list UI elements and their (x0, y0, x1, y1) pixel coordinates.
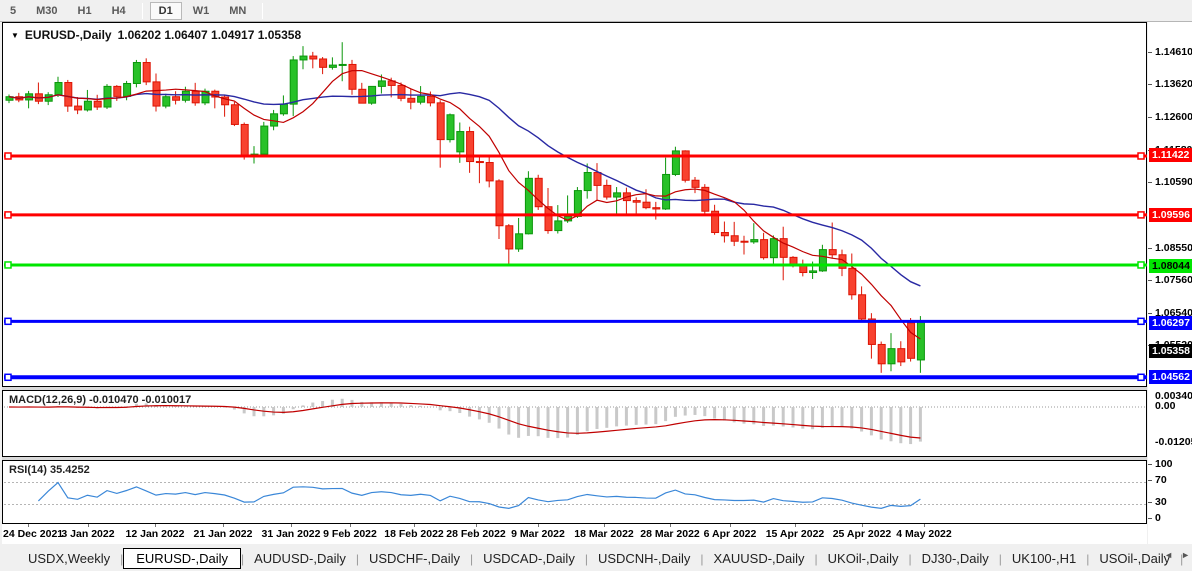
time-tick-mark (795, 524, 796, 527)
price-axis-label: 1.08550 (1155, 242, 1192, 254)
date-axis-label: 15 Apr 2022 (766, 528, 825, 540)
price-axis[interactable]: 1.146101.136201.126001.115801.105901.085… (1148, 22, 1192, 544)
price-line-chip: 1.08044 (1149, 259, 1192, 273)
date-axis-label: 28 Feb 2022 (446, 528, 506, 540)
toolbar-separator (262, 3, 263, 19)
rsi-label: RSI(14) 35.4252 (9, 464, 90, 476)
axis-tick-mark (1148, 117, 1152, 118)
macd-label: MACD(12,26,9) -0.010470 -0.010017 (9, 394, 191, 406)
tab-dj30-daily[interactable]: DJ30-,Daily (912, 549, 999, 568)
chart-symbol-label: EURUSD-,Daily (25, 28, 112, 42)
price-axis-label: 1.13620 (1155, 78, 1192, 90)
macd-panel[interactable]: MACD(12,26,9) -0.010470 -0.010017 (2, 390, 1147, 457)
trading-app: { "toolbar": { "timeframes": [ {"label":… (0, 0, 1192, 571)
tab-scroll-arrows: ◄ ► (1164, 550, 1190, 560)
macd-axis-label: -0.012058 (1155, 436, 1192, 448)
tab-usdx-weekly[interactable]: USDX,Weekly (18, 549, 120, 568)
time-tick-mark (862, 524, 863, 527)
timeframe-toolbar: 5M30H1H4 D1W1MN (0, 0, 1192, 22)
time-tick-mark (924, 524, 925, 527)
timeframe-button-mn[interactable]: MN (220, 2, 255, 20)
axis-tick-mark (1148, 182, 1152, 183)
time-tick-mark (538, 524, 539, 527)
date-axis-label: 9 Feb 2022 (323, 528, 377, 540)
time-tick-mark (414, 524, 415, 527)
date-axis-label: 21 Jan 2022 (194, 528, 253, 540)
price-line-chip: 1.11422 (1149, 148, 1192, 162)
candlestick-chart[interactable] (4, 24, 1147, 387)
tab-usdcad-daily[interactable]: USDCAD-,Daily (473, 549, 585, 568)
date-axis-label: 9 Mar 2022 (511, 528, 565, 540)
time-tick-mark (670, 524, 671, 527)
tab-scroll-right-icon[interactable]: ► (1181, 550, 1190, 560)
axis-tick-mark (1148, 313, 1152, 314)
price-line-chip: 1.06297 (1149, 316, 1192, 330)
axis-tick-mark (1148, 518, 1152, 519)
timeframe-button-d1[interactable]: D1 (150, 2, 182, 20)
macd-axis-label: 0.00 (1155, 400, 1175, 412)
rsi-axis-label: 70 (1155, 474, 1167, 486)
date-axis-label: 3 Jan 2022 (61, 528, 114, 540)
rsi-axis-label: 100 (1155, 458, 1173, 470)
rsi-panel[interactable]: RSI(14) 35.4252 (2, 460, 1147, 524)
chart-window: ▼ EURUSD-,Daily 1.06202 1.06407 1.04917 … (2, 22, 1147, 544)
tab-eurusd-daily[interactable]: EURUSD-,Daily (123, 548, 241, 569)
time-tick-mark (291, 524, 292, 527)
tab-audusd-daily[interactable]: AUDUSD-,Daily (244, 549, 356, 568)
tab-uk100-h1[interactable]: UK100-,H1 (1002, 549, 1086, 568)
date-axis-label: 18 Feb 2022 (384, 528, 444, 540)
toolbar-separator (142, 3, 143, 19)
price-chart-panel[interactable]: ▼ EURUSD-,Daily 1.06202 1.06407 1.04917 … (2, 22, 1147, 387)
axis-tick-mark (1148, 502, 1152, 503)
rsi-chart (4, 462, 1147, 524)
price-axis-label: 1.07560 (1155, 274, 1192, 286)
axis-tick-mark (1148, 280, 1152, 281)
timeframe-button-w1[interactable]: W1 (184, 2, 219, 20)
timeframe-button-h4[interactable]: H4 (103, 2, 135, 20)
tab-scroll-left-icon[interactable]: ◄ (1164, 550, 1173, 560)
rsi-axis-label: 30 (1155, 496, 1167, 508)
rsi-axis-label: 0 (1155, 512, 1161, 524)
date-axis-label: 31 Jan 2022 (262, 528, 321, 540)
time-tick-mark (350, 524, 351, 527)
time-tick-mark (155, 524, 156, 527)
price-axis-label: 1.10590 (1155, 176, 1192, 188)
axis-tick-mark (1148, 480, 1152, 481)
date-axis-label: 4 May 2022 (896, 528, 951, 540)
axis-tick-mark (1148, 464, 1152, 465)
date-axis-label: 18 Mar 2022 (574, 528, 634, 540)
price-line-chip: 1.04562 (1149, 370, 1192, 384)
date-axis-label: 24 Dec 2021 (3, 528, 63, 540)
chart-tab-bar: USDX,Weekly|EURUSD-,Daily|AUDUSD-,Daily|… (0, 546, 1192, 571)
tab-xauusd-daily[interactable]: XAUUSD-,Daily (704, 549, 815, 568)
time-tick-mark (88, 524, 89, 527)
tab-ukoil-daily[interactable]: UKOil-,Daily (818, 549, 909, 568)
price-line-chip: 1.09596 (1149, 208, 1192, 222)
timeframe-button-h1[interactable]: H1 (69, 2, 101, 20)
timeframe-button-m30[interactable]: M30 (27, 2, 66, 20)
price-line-chip: 1.05358 (1149, 344, 1192, 358)
time-tick-mark (476, 524, 477, 527)
date-axis-label: 6 Apr 2022 (704, 528, 757, 540)
chart-dropdown-icon[interactable]: ▼ (11, 31, 19, 40)
date-axis-label: 12 Jan 2022 (126, 528, 185, 540)
time-tick-mark (28, 524, 29, 527)
axis-tick-mark (1148, 84, 1152, 85)
timeframe-button-5[interactable]: 5 (1, 2, 25, 20)
time-tick-mark (730, 524, 731, 527)
time-tick-mark (223, 524, 224, 527)
time-axis[interactable]: 24 Dec 20213 Jan 2022 12 Jan 2022 21 Jan 2… (2, 524, 1147, 544)
chart-ohlc-readout: 1.06202 1.06407 1.04917 1.05358 (118, 28, 302, 42)
axis-tick-mark (1148, 248, 1152, 249)
time-tick-mark (604, 524, 605, 527)
price-axis-label: 1.14610 (1155, 46, 1192, 58)
price-axis-label: 1.12600 (1155, 111, 1192, 123)
tab-usdcnh-daily[interactable]: USDCNH-,Daily (588, 549, 700, 568)
tab-usdchf-daily[interactable]: USDCHF-,Daily (359, 549, 470, 568)
chart-title: ▼ EURUSD-,Daily 1.06202 1.06407 1.04917 … (11, 28, 301, 42)
axis-tick-mark (1148, 52, 1152, 53)
date-axis-label: 28 Mar 2022 (640, 528, 700, 540)
date-axis-label: 25 Apr 2022 (833, 528, 892, 540)
